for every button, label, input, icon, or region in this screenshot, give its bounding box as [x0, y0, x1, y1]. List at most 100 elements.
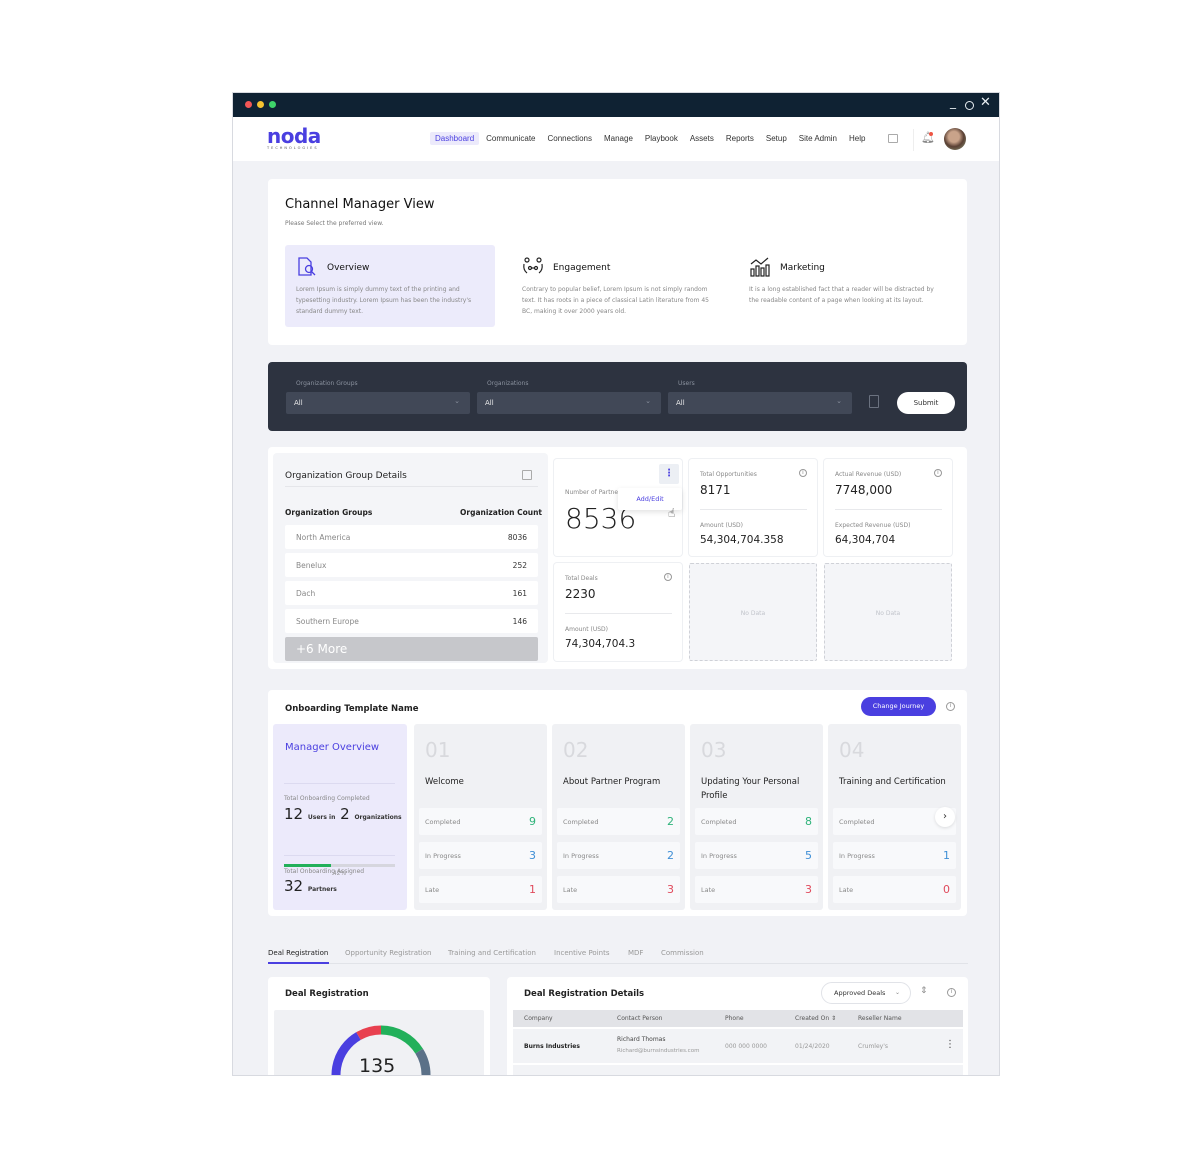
created-on-cell: 01/24/2020 [795, 1043, 830, 1050]
table-row[interactable]: Dach 161 [285, 581, 538, 605]
info-icon[interactable]: i [799, 469, 807, 477]
document-search-icon [298, 257, 316, 276]
table-row[interactable]: Burns Industries Richard Thomas Richard@… [513, 1029, 963, 1063]
info-icon[interactable]: i [934, 469, 942, 477]
stat-value: 2230 [565, 587, 596, 601]
nav-assets[interactable]: Assets [685, 132, 719, 145]
nav-dashboard[interactable]: Dashboard [430, 132, 480, 145]
manager-overview-card: Manager Overview Total Onboarding Comple… [273, 724, 407, 910]
stat-label: Completed [563, 818, 599, 826]
select-value: Approved Deals [834, 989, 886, 997]
row-kebab-icon[interactable]: ⋮ [945, 1039, 955, 1050]
info-icon[interactable]: i [947, 988, 956, 997]
stat-value: 7748,000 [835, 483, 893, 497]
stat-partners: Number of Partners 8536 ⋮ Add/Edit ☝︎ [554, 459, 682, 556]
close-icon[interactable]: ✕ [980, 96, 991, 110]
onboarding-step-card[interactable]: 01 Welcome Completed 9 In Progress 3 Late 1 [414, 724, 547, 910]
close-dot[interactable] [245, 101, 252, 108]
title-bar: _ ✕ [233, 93, 999, 117]
stat-label: Late [701, 886, 716, 894]
view-option-overview[interactable]: Overview Lorem Ipsum is simply dummy tex… [285, 245, 495, 327]
assigned-text: Partners [307, 886, 337, 893]
minimize-icon[interactable]: _ [950, 95, 956, 109]
group-name: Benelux [296, 561, 327, 570]
people-connect-icon [523, 257, 543, 274]
view-description: It is a long established fact that a rea… [749, 286, 934, 304]
tab-training-certification[interactable]: Training and Certification [448, 949, 536, 957]
nav-manage[interactable]: Manage [599, 132, 638, 145]
column-header[interactable]: Contact Person [617, 1015, 662, 1022]
column-header[interactable]: Reseller Name [858, 1015, 902, 1022]
tab-mdf[interactable]: MDF [628, 949, 643, 957]
table-row[interactable] [513, 1065, 963, 1075]
nav-setup[interactable]: Setup [761, 132, 792, 145]
donut-segment[interactable] [415, 1048, 431, 1076]
org-groups-select[interactable]: All ⌄ [286, 392, 470, 414]
logo[interactable]: noda TECHNOLOGIES [267, 126, 321, 150]
view-option-engagement[interactable]: Engagement Contrary to popular belief, L… [511, 245, 721, 327]
edit-icon[interactable] [522, 470, 532, 480]
minimize-dot[interactable] [257, 101, 264, 108]
nav-communicate[interactable]: Communicate [481, 132, 540, 145]
stat-sub-value: 54,304,704.358 [700, 534, 784, 546]
deal-status-select[interactable]: Approved Deals ⌄ [821, 982, 911, 1004]
nav-playbook[interactable]: Playbook [640, 132, 683, 145]
show-more-button[interactable]: +6 More [285, 637, 538, 661]
table-row[interactable]: Benelux 252 [285, 553, 538, 577]
card-title: Organization Group Details [285, 471, 407, 481]
sort-icon[interactable]: ⇕ [920, 986, 928, 996]
column-header[interactable]: Phone [725, 1015, 744, 1022]
stat-revenue: Actual Revenue (USD) i 7748,000 Expected… [824, 459, 952, 556]
submit-button[interactable]: Submit [897, 392, 955, 414]
tab-commission[interactable]: Commission [661, 949, 704, 957]
tab-deal-registration[interactable]: Deal Registration [268, 949, 328, 957]
kebab-menu-icon[interactable]: ⋮ [659, 464, 679, 484]
chevron-down-icon: ⌄ [894, 989, 900, 996]
group-name: Dach [296, 589, 316, 598]
deal-details-card: Deal Registration Details Approved Deals… [507, 977, 968, 1075]
organizations-select[interactable]: All ⌄ [477, 392, 661, 414]
chevron-down-icon: ⌄ [645, 397, 651, 405]
logo-wordmark: noda [267, 124, 321, 148]
step-stat-row-in-progress: In Progress 2 [557, 842, 680, 869]
table-row[interactable]: North America 8036 [285, 525, 538, 549]
divider [565, 613, 672, 614]
assigned-count: 32 [284, 877, 304, 895]
divider [700, 509, 807, 510]
step-stat-row-completed: Completed 9 [419, 808, 542, 835]
table-row[interactable]: Southern Europe 146 [285, 609, 538, 633]
stat-value: 8 [805, 815, 812, 828]
avatar[interactable] [944, 128, 966, 150]
maximize-dot[interactable] [269, 101, 276, 108]
donut-segment[interactable] [380, 1025, 423, 1054]
users-select[interactable]: All ⌄ [668, 392, 852, 414]
info-icon[interactable]: i [664, 573, 672, 581]
info-icon[interactable]: i [946, 702, 955, 711]
nav-connections[interactable]: Connections [543, 132, 597, 145]
donut-segment[interactable] [356, 1025, 382, 1041]
tab-incentive-points[interactable]: Incentive Points [554, 949, 609, 957]
onboarding-section: Onboarding Template Name Change Journey … [268, 690, 967, 916]
stat-value: 1 [943, 849, 950, 862]
deal-registration-card: Deal Registration 135 [268, 977, 490, 1076]
divider [284, 783, 395, 784]
filter-label-organizations: Organizations [487, 380, 529, 387]
nav-reports[interactable]: Reports [721, 132, 759, 145]
column-header[interactable]: Created On ⇕ [795, 1015, 836, 1022]
list-icon[interactable] [888, 134, 898, 143]
calendar-icon[interactable] [869, 395, 879, 408]
column-header[interactable]: Company [524, 1015, 553, 1022]
donut-segment[interactable] [331, 1032, 361, 1076]
page-title: Channel Manager View [285, 197, 435, 212]
onboarding-step-card[interactable]: 02 About Partner Program Completed 2 In Prog… [552, 724, 685, 910]
nav-site-admin[interactable]: Site Admin [794, 132, 842, 145]
change-journey-button[interactable]: Change Journey [861, 697, 936, 716]
next-arrow-button[interactable]: › [935, 807, 955, 827]
nav-help[interactable]: Help [844, 132, 870, 145]
card-title: Deal Registration Details [524, 989, 645, 999]
tab-opportunity-registration[interactable]: Opportunity Registration [345, 949, 431, 957]
stat-label: In Progress [563, 852, 599, 860]
maximize-icon[interactable] [965, 101, 974, 110]
onboarding-step-card[interactable]: 03 Updating Your Personal Profile Complete… [690, 724, 823, 910]
view-option-marketing[interactable]: Marketing It is a long established fact … [738, 245, 948, 327]
